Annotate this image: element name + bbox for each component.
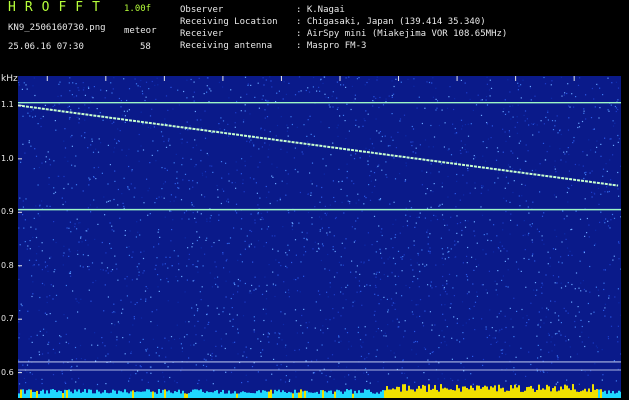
y-axis-labels: 1.1 1.0 0.9 0.8 0.7 0.6	[0, 0, 18, 400]
info-key-antenna: Receiving antenna	[180, 41, 273, 51]
y-tick-label: 1.0	[1, 153, 14, 163]
y-tick-label: 0.8	[1, 260, 14, 270]
info-value-antenna: : Maspro FM-3	[296, 41, 367, 51]
info-value-location: : Chigasaki, Japan (139.414 35.340)	[296, 17, 486, 27]
info-key-location: Receiving Location	[180, 17, 278, 27]
meteor-count: 58	[140, 42, 151, 52]
file-name: KN9_2506160730.png	[8, 23, 106, 33]
header-panel: HROFFT 1.00f KN9_2506160730.png meteor 2…	[0, 0, 629, 72]
timestamp: 25.06.16 07:30	[8, 42, 84, 52]
y-tick-label: 0.6	[1, 367, 14, 377]
version-label: 1.00f	[124, 4, 152, 14]
info-value-receiver: : AirSpy mini (Miakejima VOR 108.65MHz)	[296, 29, 508, 39]
info-value-observer: : K.Nagai	[296, 5, 345, 15]
spectrum-background	[18, 76, 621, 398]
y-tick-label: 0.9	[1, 207, 14, 217]
meteor-label: meteor	[124, 26, 157, 36]
info-key-observer: Observer	[180, 5, 224, 15]
info-key-receiver: Receiver	[180, 29, 224, 39]
app-title: HROFFT	[8, 0, 109, 15]
y-tick-label: 1.1	[1, 100, 14, 110]
spectrogram-plot	[18, 76, 621, 398]
y-tick-label: 0.7	[1, 314, 14, 324]
